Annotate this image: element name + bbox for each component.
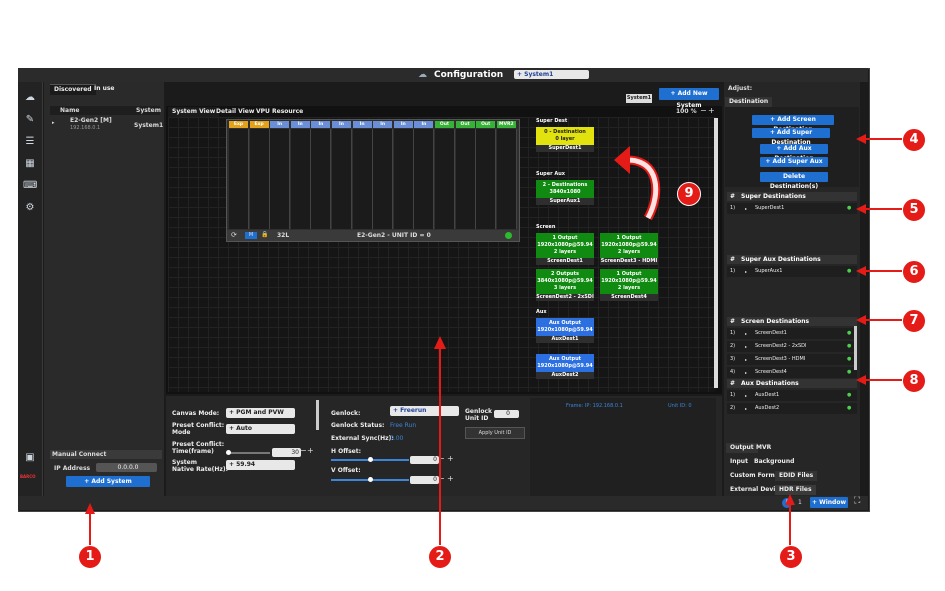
callout-6: 6: [902, 260, 926, 284]
callout-lines: [85, 134, 902, 547]
callout-5: 5: [902, 198, 926, 222]
callout-9: 9: [677, 182, 701, 206]
callout-3: 3: [779, 545, 803, 569]
callout-2: 2: [428, 545, 452, 569]
callout-1: 1: [78, 545, 102, 569]
callout-4: 4: [902, 128, 926, 152]
callout-8: 8: [902, 369, 926, 393]
callout-7: 7: [902, 309, 926, 333]
